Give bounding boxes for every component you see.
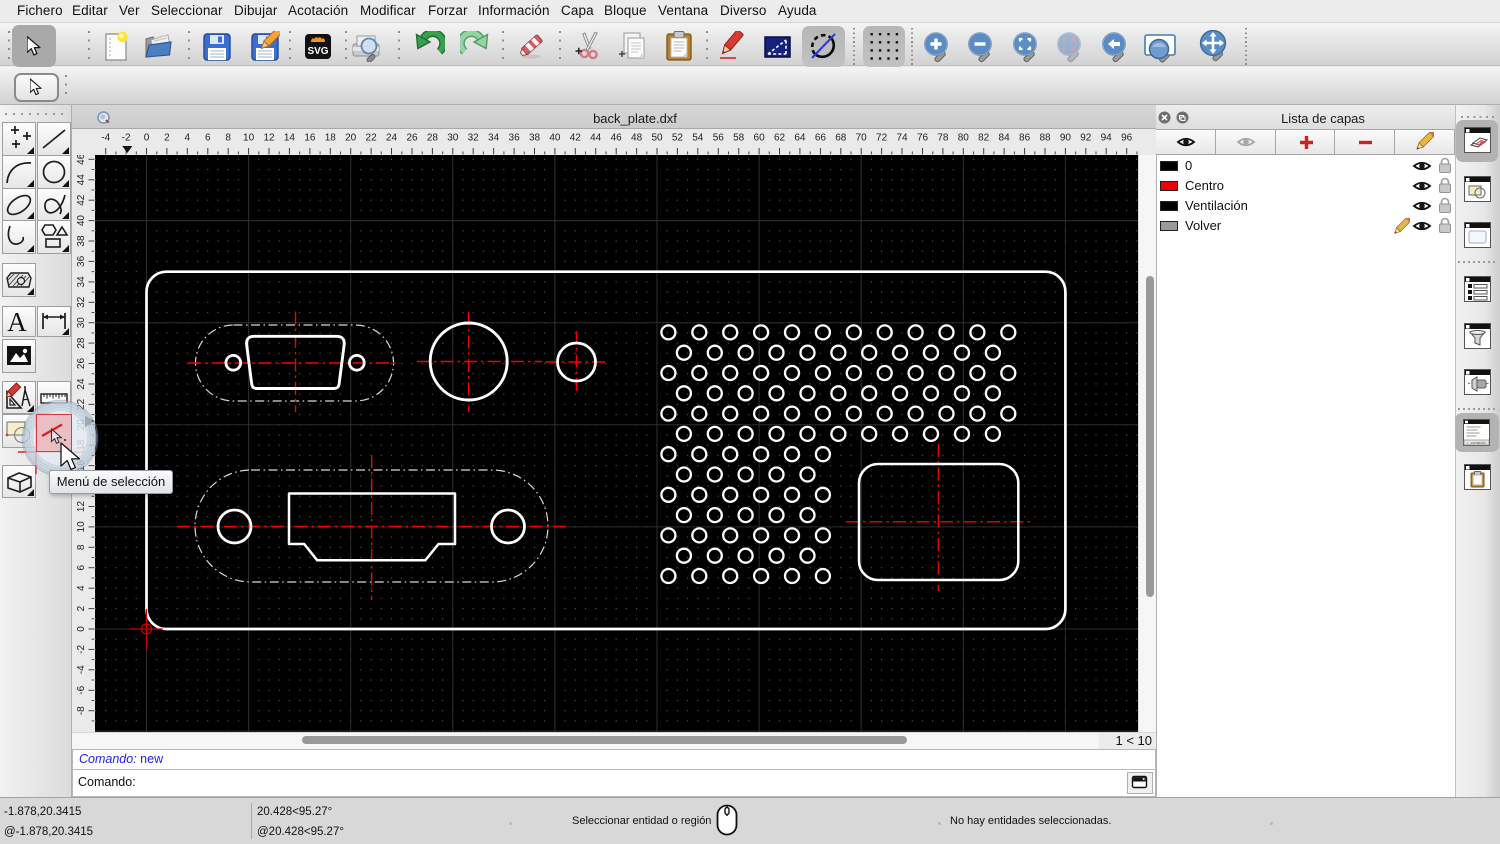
svg-text:50: 50 [651,133,663,144]
svg-text:2: 2 [164,133,170,144]
svg-text:0: 0 [144,133,150,144]
svg-text:-2: -2 [76,645,87,654]
svg-text:14: 14 [284,133,296,144]
svg-text:76: 76 [917,133,929,144]
svg-text:54: 54 [692,133,704,144]
svg-text:80: 80 [958,133,970,144]
svg-text:78: 78 [937,133,949,144]
svg-text:58: 58 [733,133,745,144]
svg-text:60: 60 [754,133,766,144]
svg-text:SVG: SVG [307,46,328,57]
svg-text:30: 30 [447,133,459,144]
svg-text:26: 26 [76,358,87,370]
svg-text:4: 4 [185,133,191,144]
svg-text:18: 18 [325,133,337,144]
svg-text:32: 32 [76,296,87,308]
svg-text:96: 96 [1121,133,1133,144]
svg-text:8: 8 [76,544,87,550]
svg-text:66: 66 [815,133,827,144]
svg-text:64: 64 [794,133,806,144]
svg-text:84: 84 [999,133,1011,144]
svg-text:70: 70 [856,133,868,144]
svg-text:12: 12 [76,501,87,513]
svg-text:8: 8 [225,133,231,144]
svg-text:40: 40 [549,133,561,144]
svg-text:<_comando:: <_comando: [1467,441,1487,445]
svg-text:34: 34 [488,133,500,144]
svg-text:36: 36 [509,133,521,144]
svg-text:A: A [7,307,27,336]
svg-text:72: 72 [876,133,888,144]
svg-text:46: 46 [76,155,87,165]
svg-text:32: 32 [468,133,480,144]
svg-text:42: 42 [76,194,87,206]
svg-text:6: 6 [205,133,211,144]
svg-text:86: 86 [1019,133,1031,144]
svg-text:52: 52 [672,133,684,144]
svg-text:26: 26 [406,133,418,144]
svg-text:20: 20 [345,133,357,144]
svg-text:56: 56 [713,133,725,144]
svg-text:34: 34 [76,276,87,288]
svg-text:90: 90 [1060,133,1072,144]
svg-text:42: 42 [570,133,582,144]
svg-text:74: 74 [896,133,908,144]
svg-text:30: 30 [76,317,87,329]
svg-text:10: 10 [243,133,255,144]
svg-text:16: 16 [304,133,316,144]
svg-text:24: 24 [386,133,398,144]
svg-text:88: 88 [1039,133,1051,144]
svg-text:28: 28 [427,133,439,144]
svg-text:22: 22 [366,133,378,144]
svg-text:40: 40 [76,215,87,227]
svg-text:44: 44 [76,174,87,186]
svg-text:4: 4 [76,585,87,591]
svg-text:-8: -8 [76,706,87,715]
svg-text:2: 2 [76,605,87,611]
svg-text:-4: -4 [101,133,110,144]
svg-text:68: 68 [835,133,847,144]
svg-text:6: 6 [76,564,87,570]
svg-text:-2: -2 [122,133,131,144]
svg-text:28: 28 [76,337,87,349]
svg-text:38: 38 [529,133,541,144]
svg-text:44: 44 [590,133,602,144]
svg-text:24: 24 [76,378,87,390]
svg-text:48: 48 [631,133,643,144]
svg-text:10: 10 [76,521,87,533]
svg-text:12: 12 [263,133,275,144]
svg-text:-4: -4 [76,665,87,674]
svg-text:94: 94 [1101,133,1113,144]
svg-text:92: 92 [1080,133,1092,144]
svg-text:36: 36 [76,255,87,267]
svg-text:38: 38 [76,235,87,247]
svg-text:0: 0 [76,626,87,632]
svg-text:62: 62 [774,133,786,144]
svg-text:-6: -6 [76,685,87,694]
svg-text:82: 82 [978,133,990,144]
svg-text:46: 46 [611,133,623,144]
